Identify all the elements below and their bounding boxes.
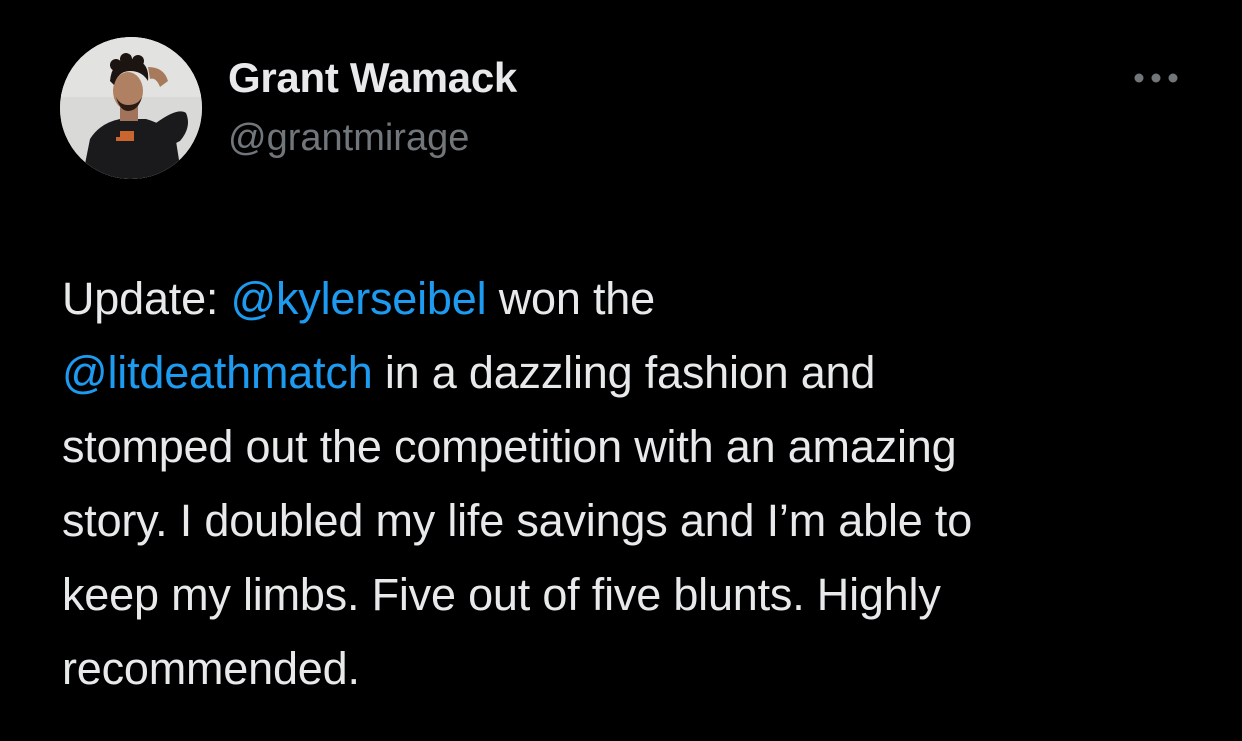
avatar-photo — [60, 37, 202, 179]
mention-link-litdeathmatch[interactable]: @litdeathmatch — [62, 347, 373, 398]
author-display-name[interactable]: Grant Wamack — [228, 54, 517, 102]
tweet-text-segment: in a dazzling fashion and — [372, 347, 876, 398]
tweet-line-1: Update: @kylerseibel won the — [62, 262, 1202, 336]
tweet-text-segment: Update: — [62, 273, 231, 324]
tweet-line-6: recommended. — [62, 643, 360, 694]
more-options-button[interactable] — [1126, 60, 1186, 96]
tweet-line-2: @litdeathmatch in a dazzling fashion and — [62, 336, 1202, 410]
author-handle[interactable]: @grantmirage — [228, 117, 469, 160]
mention-link-kylerseibel[interactable]: @kylerseibel — [231, 273, 487, 324]
tweet-line-3: stomped out the competition with an amaz… — [62, 421, 957, 472]
avatar[interactable] — [60, 37, 202, 179]
ellipsis-icon — [1134, 73, 1178, 83]
tweet-text-segment: won the — [486, 273, 655, 324]
tweet-text: Update: @kylerseibel won the @litdeathma… — [62, 262, 1202, 706]
tweet-card: Grant Wamack @grantmirage Update: @kyler… — [0, 0, 1242, 741]
tweet-line-5: keep my limbs. Five out of five blunts. … — [62, 569, 941, 620]
tweet-line-4: story. I doubled my life savings and I’m… — [62, 495, 973, 546]
